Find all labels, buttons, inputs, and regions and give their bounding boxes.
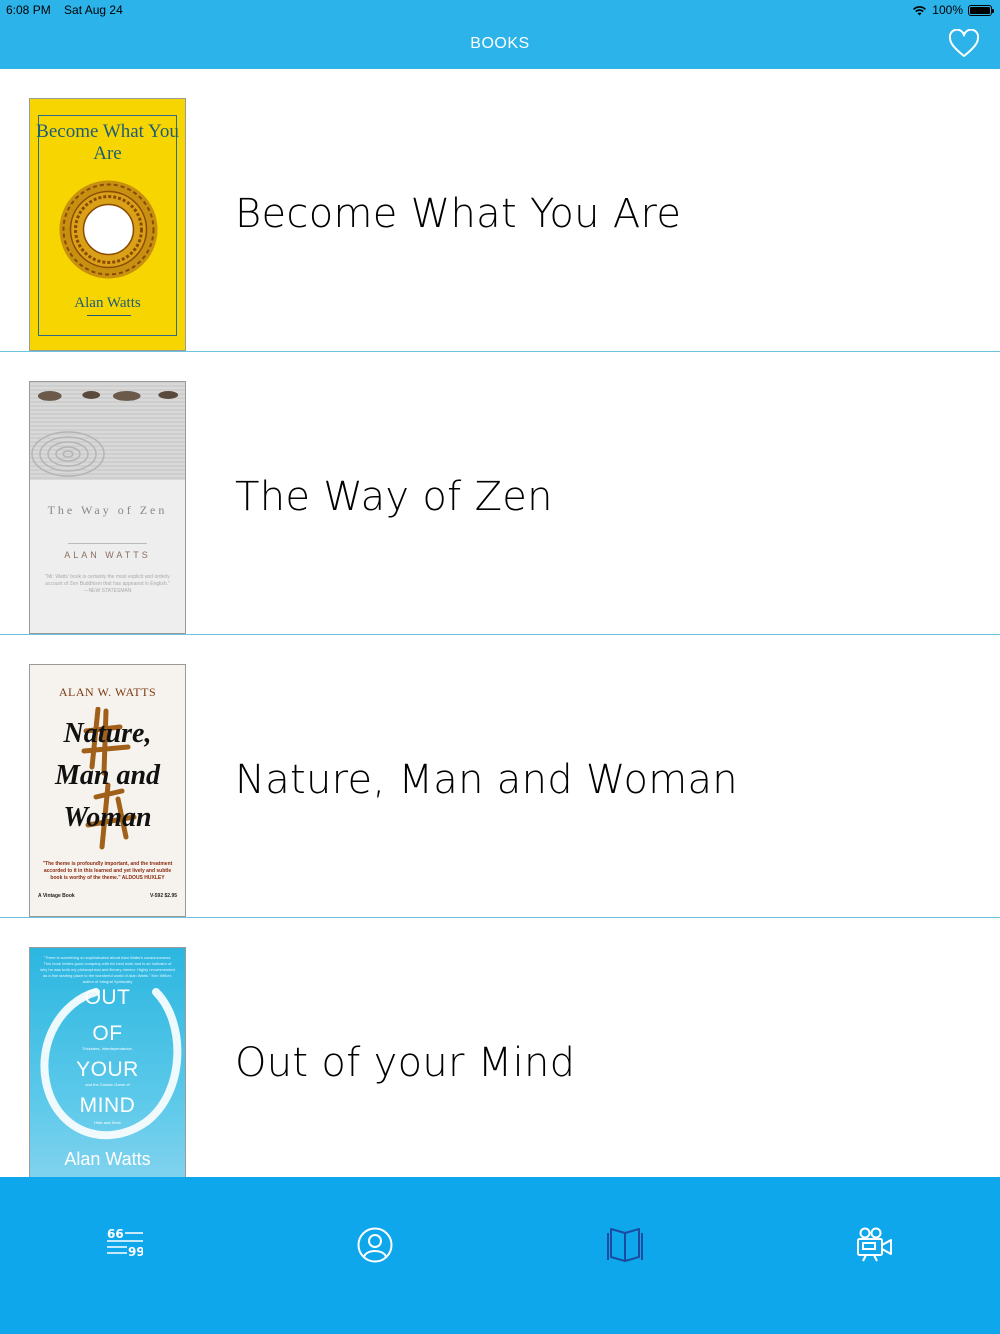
status-bar-right: 100%: [912, 3, 994, 17]
battery-percent: 100%: [932, 3, 963, 17]
mandala-emblem: [59, 180, 158, 279]
cover-subtitle: Tricksters, Interdependence,: [82, 1046, 133, 1051]
cover-quote: "Mr. Watts' book is certainly the most e…: [45, 574, 170, 594]
book-title[interactable]: The Way of Zen: [235, 474, 553, 520]
book-title[interactable]: Become What You Are: [235, 191, 681, 237]
video-camera-icon: [857, 1227, 892, 1262]
book-cover: The Way of Zen ALAN WATTS "Mr. Watts' bo…: [29, 381, 186, 634]
cover-title-line: Man and: [54, 760, 161, 791]
cover-footer: A Vintage Book V-592 $2.95: [38, 893, 177, 899]
author-underline: [87, 315, 131, 316]
cover-title: Nature, Man and Woman: [30, 713, 185, 839]
raked-spiral: [31, 431, 105, 477]
status-bar-left: 6:08 PM Sat Aug 24: [6, 3, 133, 17]
navigation-bar: 6:08 PM Sat Aug 24 100% BOOKS: [0, 0, 1000, 69]
book-cover: Become What You Are Alan Watts: [29, 98, 186, 351]
cover-subtitle: and the Cosmic Game of: [85, 1082, 130, 1087]
book-cover: ALAN W. WATTS Nature, Man and Woman "The…: [29, 664, 186, 917]
book-title[interactable]: Out of your Mind: [235, 1040, 575, 1086]
cover-author: Alan Watts: [64, 1149, 151, 1169]
cover-title-line: Nature,: [63, 718, 152, 749]
book-cover: "There is something so sophisticated abo…: [29, 947, 186, 1177]
battery-icon: [968, 4, 994, 16]
cover-quote: "The theme is profoundly important, and …: [42, 861, 173, 881]
cover-author: ALAN W. WATTS: [58, 685, 157, 699]
cover-subtitle: Hide-and-Seek: [94, 1120, 121, 1125]
tab-videos[interactable]: [750, 1177, 1000, 1334]
book-row[interactable]: Become What You Are Alan Watts Become Wh…: [0, 69, 1000, 352]
cover-author: ALAN WATTS: [64, 550, 151, 560]
status-date: Sat Aug 24: [64, 3, 123, 17]
book-icon: [607, 1228, 643, 1262]
svg-text:99: 99: [128, 1245, 143, 1257]
cover-divider: [68, 543, 147, 544]
cover-word: OUT: [84, 986, 131, 1009]
garden-rocks: [37, 391, 179, 401]
cover-title: Become What You Are: [36, 121, 179, 164]
cover-title-line: Woman: [63, 802, 152, 833]
cover-title: The Way of Zen: [47, 503, 168, 517]
book-code: V-592 $2.95: [150, 893, 177, 899]
wifi-icon: [913, 5, 927, 15]
page-title: BOOKS: [470, 35, 530, 52]
book-row[interactable]: The Way of Zen ALAN WATTS "Mr. Watts' bo…: [0, 352, 1000, 635]
cover-word: OF: [92, 1022, 123, 1045]
book-title[interactable]: Nature, Man and Woman: [235, 757, 738, 803]
tab-quotes[interactable]: 66 99: [0, 1177, 250, 1334]
profile-icon: [357, 1227, 393, 1263]
status-time: 6:08 PM: [6, 3, 51, 17]
cover-word: YOUR: [76, 1058, 139, 1081]
svg-text:66: 66: [107, 1227, 124, 1241]
quotes-icon: 66 99: [107, 1227, 143, 1257]
book-row[interactable]: "There is something so sophisticated abo…: [0, 918, 1000, 1177]
book-row[interactable]: ALAN W. WATTS Nature, Man and Woman "The…: [0, 635, 1000, 918]
heart-icon[interactable]: [948, 29, 980, 59]
book-list[interactable]: Become What You Are Alan Watts Become Wh…: [0, 69, 1000, 1177]
cover-word: MIND: [79, 1094, 136, 1117]
cover-author: Alan Watts: [74, 295, 141, 311]
publisher-label: A Vintage Book: [38, 893, 75, 899]
tab-bar: 66 99: [0, 1177, 1000, 1334]
tab-profile[interactable]: [250, 1177, 500, 1334]
tab-books[interactable]: [500, 1177, 750, 1334]
